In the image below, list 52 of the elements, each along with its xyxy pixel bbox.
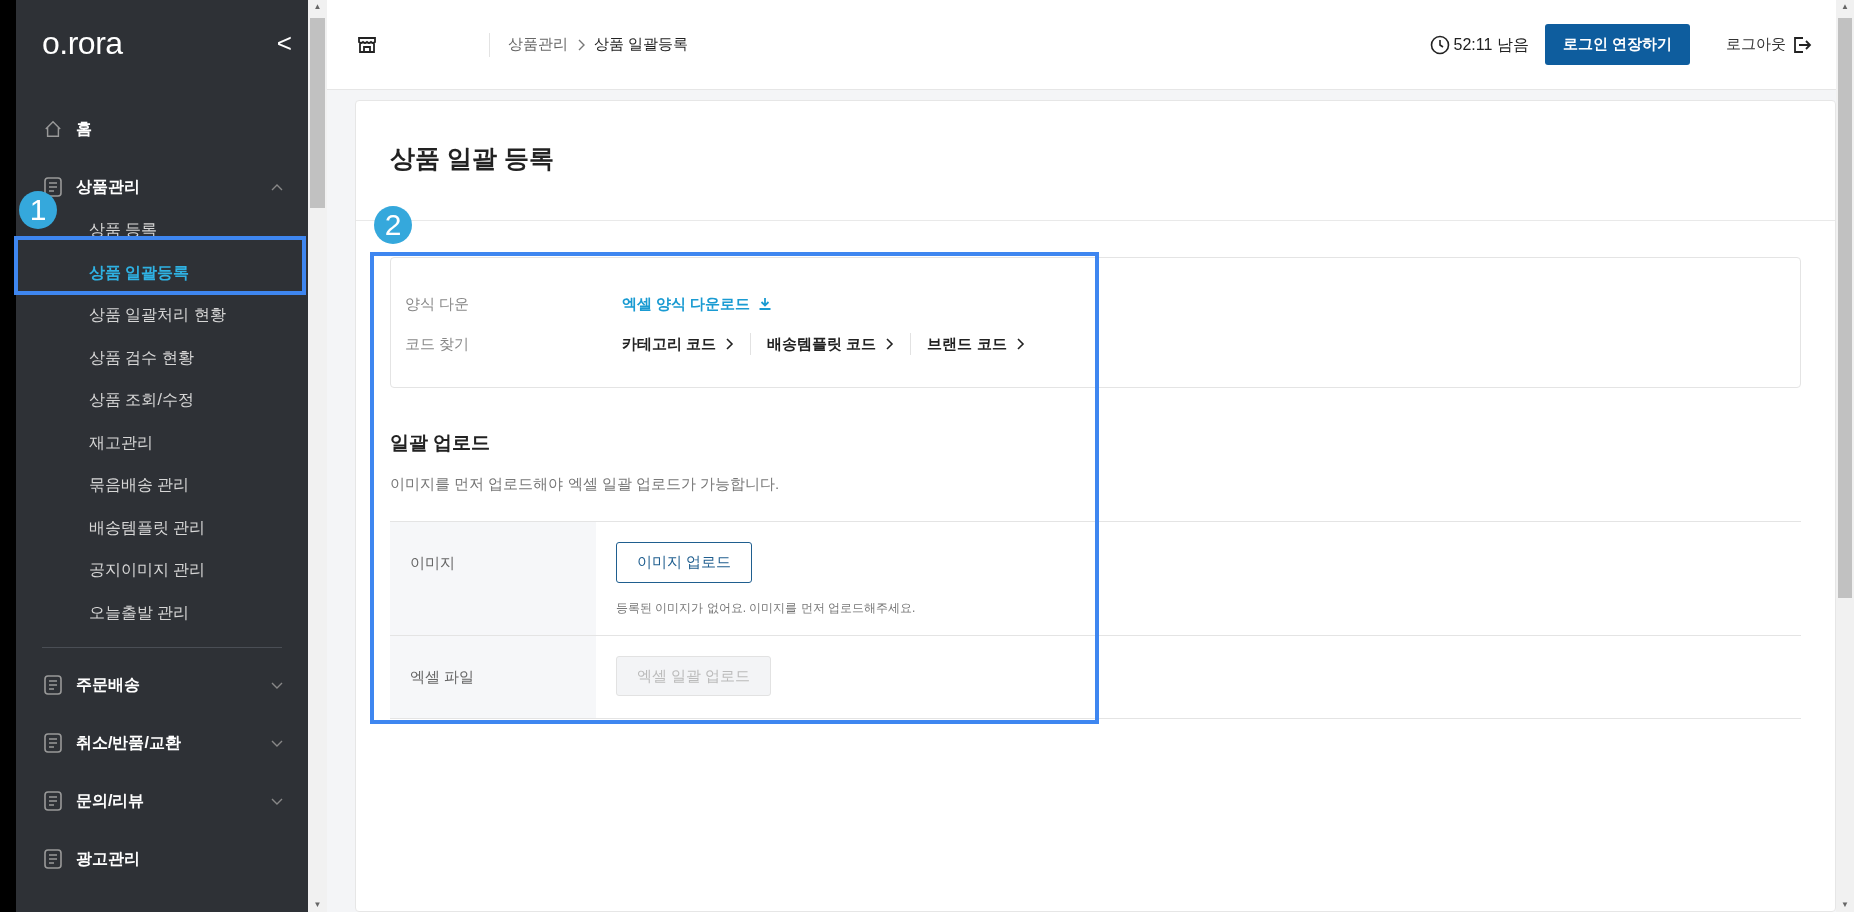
collapse-button[interactable]: < [270, 30, 298, 56]
document-icon [44, 675, 62, 695]
scroll-up-arrow[interactable]: ▲ [1841, 0, 1849, 14]
logout-icon [1792, 34, 1812, 55]
menu-item[interactable]: 공지이미지 관리 [16, 548, 308, 591]
menu-item[interactable]: 상품 일괄처리 현황 [16, 293, 308, 336]
help-text: 등록된 이미지가 없어요. 이미지를 먼저 업로드해주세요. [616, 599, 917, 617]
menu-group[interactable]: 취소/반품/교환 [16, 722, 308, 764]
document-icon [44, 791, 62, 811]
info-label: 코드 찾기 [405, 333, 471, 354]
menu-item[interactable]: 상품 일괄등록 [16, 250, 308, 293]
menu-item[interactable]: 묶음배송 관리 [16, 463, 308, 506]
row-label: 엑셀 파일 [390, 635, 596, 719]
chevron-right-icon [576, 37, 586, 52]
scroll-down-arrow[interactable]: ▼ [313, 898, 322, 912]
chevron-right-icon [884, 337, 895, 351]
clock-icon [1429, 34, 1450, 55]
section-title: 일괄 업로드 [390, 432, 492, 455]
scroll-up-arrow[interactable]: ▲ [313, 0, 322, 14]
code-link[interactable]: 배송템플릿 코드 [750, 332, 911, 356]
breadcrumb-link[interactable]: 상품 일괄등록 [594, 33, 689, 56]
session-timer: 52:11 남음 [1453, 34, 1529, 55]
extend-login-button[interactable]: 로그인 연장하기 [1544, 24, 1690, 65]
code-link[interactable]: 카테고리 코드 [622, 332, 751, 356]
document-icon [44, 733, 62, 753]
info-label: 양식 다운 [405, 293, 471, 314]
store-icon [357, 34, 377, 55]
document-icon [44, 177, 62, 197]
code-link[interactable]: 브랜드 코드 [910, 332, 1041, 356]
scroll-down-arrow[interactable]: ▼ [1841, 898, 1849, 912]
download-icon [758, 297, 773, 311]
scrollbar-thumb[interactable] [310, 18, 325, 208]
menu-group[interactable]: 문의/리뷰 [16, 780, 308, 822]
menu-group[interactable]: 광고관리 [16, 838, 308, 880]
logout-button[interactable]: 로그아웃 [1726, 33, 1812, 56]
home-icon [44, 119, 62, 139]
chevron-right-icon [724, 337, 735, 351]
upload-button[interactable]: 이미지 업로드 [616, 542, 753, 583]
document-icon [44, 849, 62, 869]
logo[interactable]: o.rora [42, 19, 123, 67]
menu-group[interactable]: 주문배송 [16, 664, 308, 706]
menu-item[interactable]: 상품 조회/수정 [16, 378, 308, 421]
menu-item[interactable]: 오늘출발 관리 [16, 590, 308, 633]
menu-item[interactable]: 재고관리 [16, 420, 308, 463]
scrollbar-thumb[interactable] [1838, 18, 1852, 598]
menu-group[interactable]: 홈 [16, 108, 308, 150]
menu-item[interactable]: 상품 검수 현황 [16, 335, 308, 378]
row-label: 이미지 [390, 522, 596, 635]
breadcrumb-link[interactable]: 상품관리 [508, 33, 568, 56]
section-note: 이미지를 먼저 업로드해야 엑셀 일괄 업로드가 가능합니다. [390, 473, 781, 494]
chevron-right-icon [1014, 337, 1025, 351]
menu-item[interactable]: 배송템플릿 관리 [16, 505, 308, 548]
